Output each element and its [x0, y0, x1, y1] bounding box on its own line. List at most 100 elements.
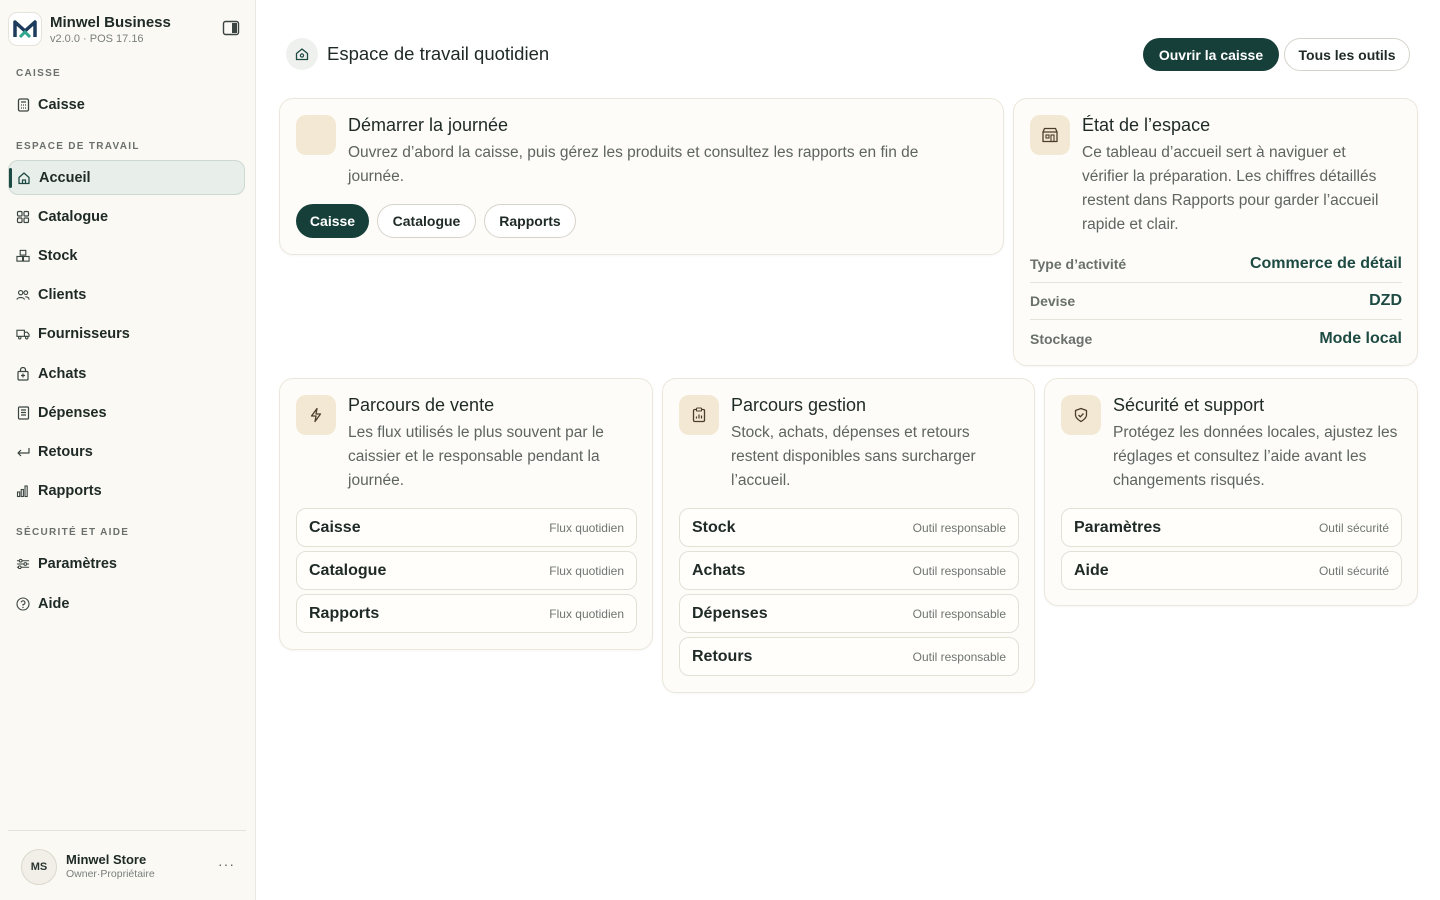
sidebar-divider — [8, 830, 246, 831]
sidebar-item-catalogue[interactable]: Catalogue — [8, 199, 245, 234]
bag-icon — [16, 366, 30, 381]
truck-icon — [16, 327, 30, 341]
open-register-button[interactable]: Ouvrir la caisse — [1143, 38, 1279, 71]
tool-row-aide[interactable]: Aide Outil sécurité — [1061, 551, 1402, 590]
sidebar-item-label: Retours — [38, 443, 93, 460]
start-day-card: Démarrer la journée Ouvrez d’abord la ca… — [279, 98, 1004, 255]
card-description: Protégez les données locales, ajustez le… — [1113, 424, 1398, 489]
tool-tag: Outil sécurité — [1318, 520, 1389, 535]
info-row-storage: Stockage Mode local — [1030, 320, 1402, 357]
tool-tag: Outil responsable — [912, 563, 1006, 578]
tool-tag: Outil responsable — [912, 649, 1006, 664]
shield-check-icon — [1061, 395, 1101, 435]
sidebar-item-rapports[interactable]: Rapports — [8, 473, 245, 508]
clipboard-icon — [679, 395, 719, 435]
help-icon — [16, 596, 30, 611]
tool-row-stock[interactable]: Stock Outil responsable — [679, 508, 1019, 547]
sidebar-item-label: Aide — [38, 595, 70, 612]
tool-row-rapports[interactable]: Rapports Flux quotidien — [296, 594, 637, 633]
sidebar-item-label: Achats — [38, 365, 87, 382]
brand-name: Minwel Business — [50, 14, 171, 31]
tool-row-retours[interactable]: Retours Outil responsable — [679, 637, 1019, 676]
card-description: Stock, achats, dépenses et retours reste… — [731, 424, 976, 489]
sidebar-item-achats[interactable]: Achats — [8, 356, 245, 391]
start-day-icon — [296, 115, 336, 155]
card-description: Ce tableau d’accueil sert à naviguer et … — [1082, 144, 1379, 233]
return-icon — [16, 445, 30, 459]
tool-name: Catalogue — [309, 561, 387, 579]
sidebar-item-caisse[interactable]: Caisse — [8, 87, 245, 122]
sidebar-item-label: Fournisseurs — [38, 325, 130, 342]
card-description: Les flux utilisés le plus souvent par le… — [348, 424, 604, 489]
tool-row-depenses[interactable]: Dépenses Outil responsable — [679, 594, 1019, 633]
sidebar-item-depenses[interactable]: Dépenses — [8, 395, 245, 430]
info-value: Commerce de détail — [1249, 255, 1402, 272]
boxes-icon — [16, 249, 30, 263]
tool-name: Aide — [1074, 561, 1109, 579]
brand: Minwel Business v2.0.0 · POS 17.16 — [8, 12, 248, 48]
sidebar-toggle-icon[interactable] — [222, 20, 240, 36]
info-row-currency: Devise DZD — [1030, 283, 1402, 320]
section-label-workspace: ESPACE DE TRAVAIL — [16, 141, 140, 152]
sliders-icon — [16, 557, 30, 571]
brand-version: v2.0.0 · POS 17.16 — [50, 33, 144, 45]
pill-caisse[interactable]: Caisse — [296, 204, 369, 238]
tool-row-catalogue[interactable]: Catalogue Flux quotidien — [296, 551, 637, 590]
sidebar-item-retours[interactable]: Retours — [8, 434, 245, 469]
tool-row-achats[interactable]: Achats Outil responsable — [679, 551, 1019, 590]
page-title: Espace de travail quotidien — [327, 43, 550, 64]
brand-logo-icon — [8, 12, 42, 46]
sidebar-item-fournisseurs[interactable]: Fournisseurs — [8, 316, 245, 351]
sidebar-item-label: Caisse — [38, 96, 85, 113]
tool-row-parametres[interactable]: Paramètres Outil sécurité — [1061, 508, 1402, 547]
home-icon — [17, 171, 31, 185]
tool-tag: Outil responsable — [912, 520, 1006, 535]
info-value: Mode local — [1319, 329, 1402, 347]
avatar[interactable]: MS — [21, 849, 57, 885]
card-description: Ouvrez d’abord la caisse, puis gérez les… — [348, 144, 919, 185]
tool-name: Retours — [692, 647, 753, 665]
card-title: Sécurité et support — [1113, 395, 1265, 415]
tool-name: Rapports — [309, 604, 380, 622]
user-role: Owner·Propriétaire — [66, 868, 155, 880]
sidebar: Minwel Business v2.0.0 · POS 17.16 CAISS… — [0, 0, 256, 900]
sidebar-item-label: Paramètres — [38, 555, 117, 572]
sidebar-item-stock[interactable]: Stock — [8, 238, 245, 273]
sidebar-item-label: Catalogue — [38, 208, 109, 225]
lightning-icon — [296, 395, 336, 435]
info-key: Devise — [1030, 293, 1076, 309]
tool-tag: Flux quotidien — [549, 606, 624, 621]
card-title: État de l’espace — [1082, 115, 1211, 135]
sidebar-item-label: Accueil — [39, 169, 91, 186]
sidebar-item-accueil[interactable]: Accueil — [8, 160, 245, 195]
more-options-icon[interactable]: ··· — [218, 856, 235, 872]
tool-tag: Outil responsable — [912, 606, 1006, 621]
register-icon — [16, 97, 30, 112]
section-label-security: SÉCURITÉ ET AIDE — [16, 527, 130, 538]
tool-tag: Outil sécurité — [1318, 563, 1389, 578]
workspace-home-icon — [286, 38, 318, 70]
store-icon — [1030, 115, 1070, 155]
sidebar-item-clients[interactable]: Clients — [8, 277, 245, 312]
tool-name: Paramètres — [1074, 518, 1162, 536]
user-name: Minwel Store — [66, 852, 147, 867]
card-title: Démarrer la journée — [348, 115, 509, 135]
sidebar-item-aide[interactable]: Aide — [8, 586, 245, 621]
receipt-icon — [16, 405, 30, 420]
pill-rapports[interactable]: Rapports — [484, 204, 576, 238]
tool-name: Caisse — [309, 518, 361, 536]
pill-catalogue[interactable]: Catalogue — [377, 204, 476, 238]
info-key: Type d’activité — [1030, 256, 1127, 272]
sidebar-item-parametres[interactable]: Paramètres — [8, 546, 245, 581]
security-support-card: Sécurité et support Protégez les données… — [1044, 378, 1418, 606]
tool-name: Stock — [692, 518, 736, 536]
info-value: DZD — [1369, 292, 1402, 309]
all-tools-button[interactable]: Tous les outils — [1284, 38, 1410, 71]
tool-row-caisse[interactable]: Caisse Flux quotidien — [296, 508, 637, 547]
tool-name: Achats — [692, 561, 746, 579]
sidebar-item-label: Clients — [38, 286, 87, 303]
tool-tag: Flux quotidien — [549, 563, 624, 578]
card-title: Parcours gestion — [731, 395, 867, 415]
management-path-card: Parcours gestion Stock, achats, dépenses… — [662, 378, 1035, 693]
section-label-caisse: CAISSE — [16, 68, 62, 79]
